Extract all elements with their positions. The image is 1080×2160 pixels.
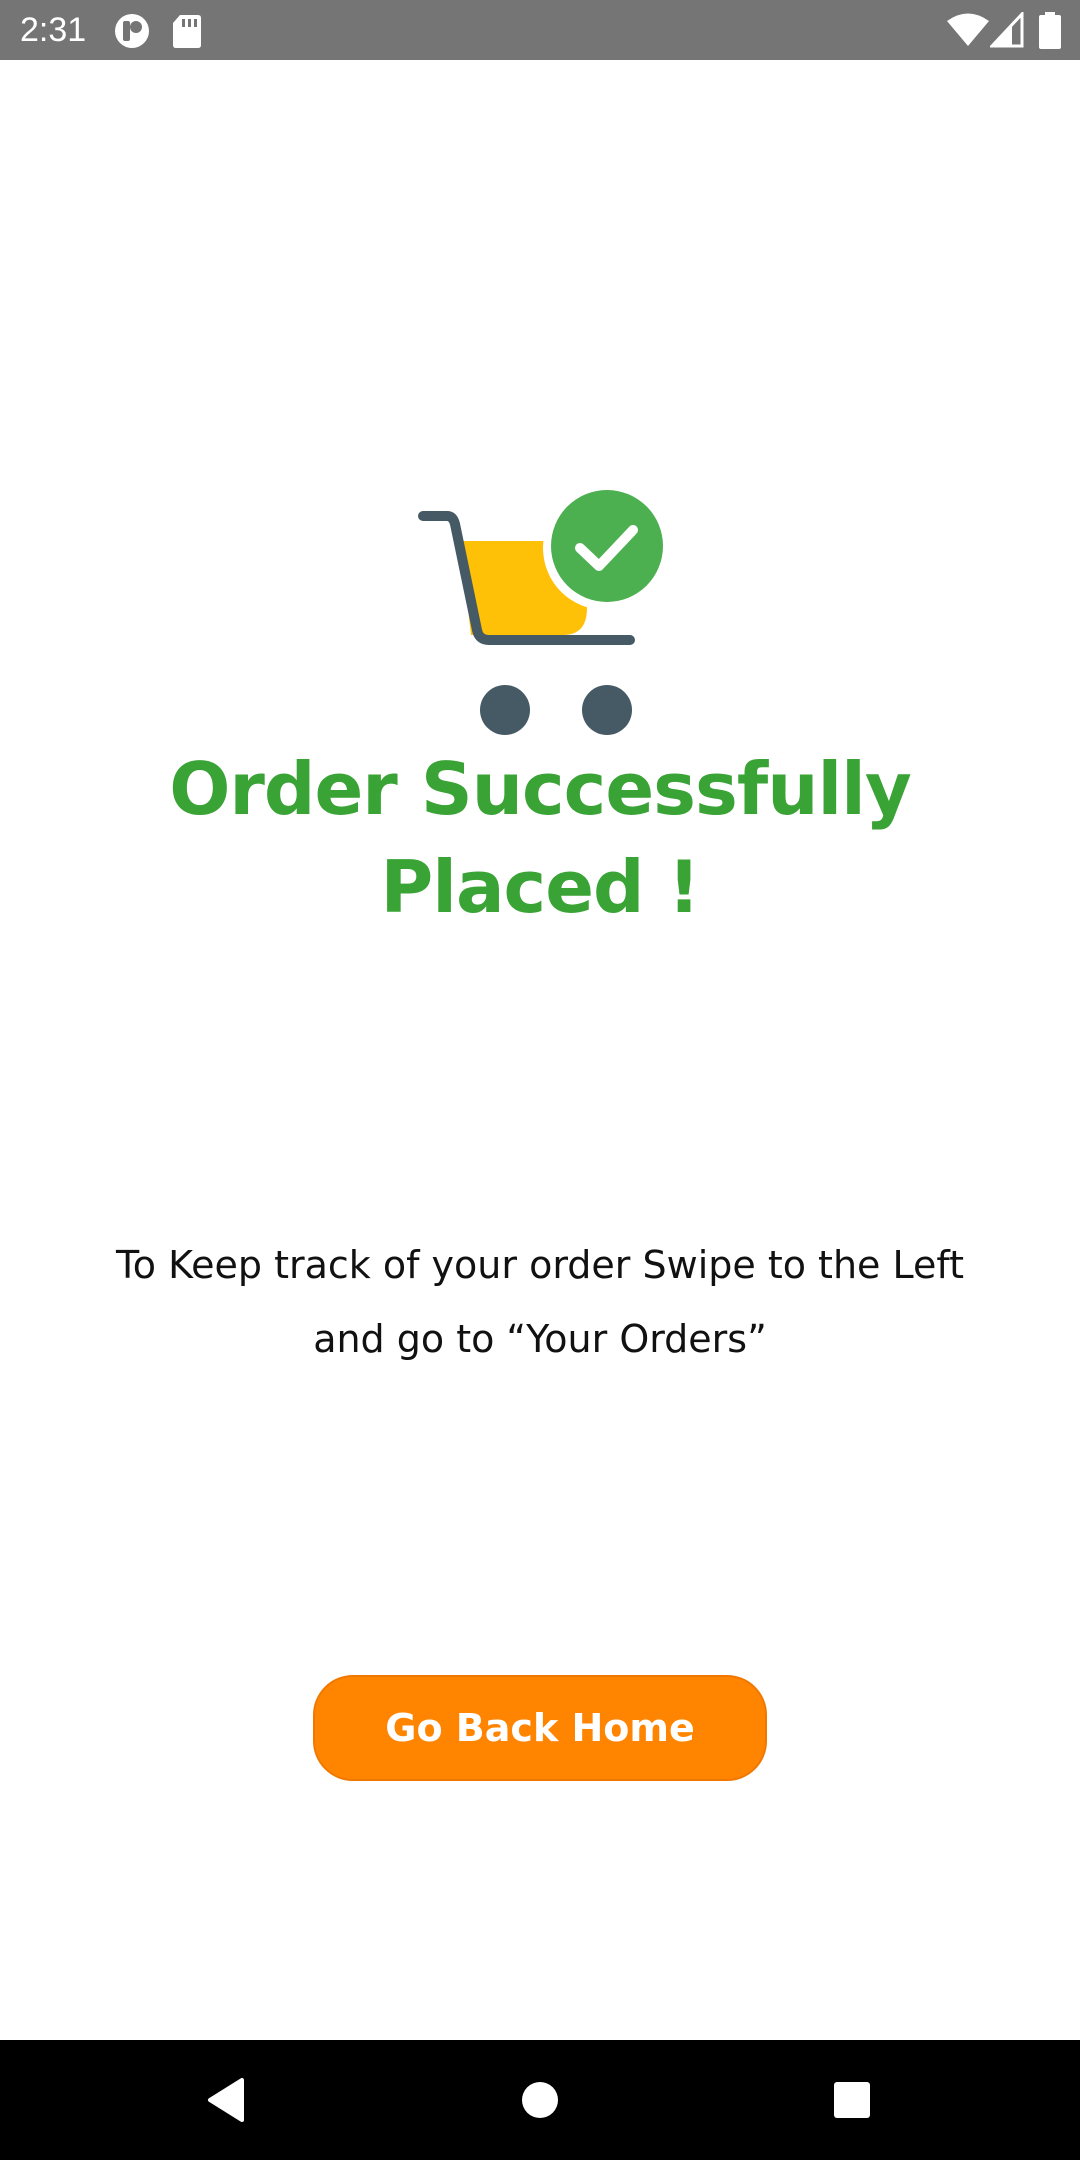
home-icon[interactable]: [510, 2070, 570, 2130]
cart-checkmark-icon: [415, 486, 667, 738]
navigation-bar: [0, 2040, 1080, 2160]
cell-signal-icon: [988, 10, 1024, 52]
app-notification-icon: [114, 13, 150, 53]
sd-card-icon: [172, 13, 202, 53]
success-title-line2: Placed !: [380, 845, 701, 929]
wifi-icon: [946, 12, 990, 52]
status-time: 2:31: [20, 11, 87, 49]
back-icon[interactable]: [196, 2070, 256, 2130]
status-bar: 2:31: [0, 0, 1080, 60]
battery-icon: [1038, 12, 1062, 54]
track-order-message: To Keep track of your order Swipe to the…: [90, 1228, 990, 1376]
track-order-message-line2: and go to “Your Orders”: [313, 1317, 767, 1361]
order-success-screen: 2:31 Order Successfully Placed ! To Keep…: [0, 0, 1080, 2160]
go-back-home-button[interactable]: Go Back Home: [313, 1675, 767, 1781]
track-order-message-line1: To Keep track of your order Swipe to the…: [116, 1243, 964, 1287]
success-title: Order Successfully Placed !: [120, 740, 960, 936]
success-title-line1: Order Successfully: [169, 747, 912, 831]
recents-icon[interactable]: [822, 2070, 882, 2130]
